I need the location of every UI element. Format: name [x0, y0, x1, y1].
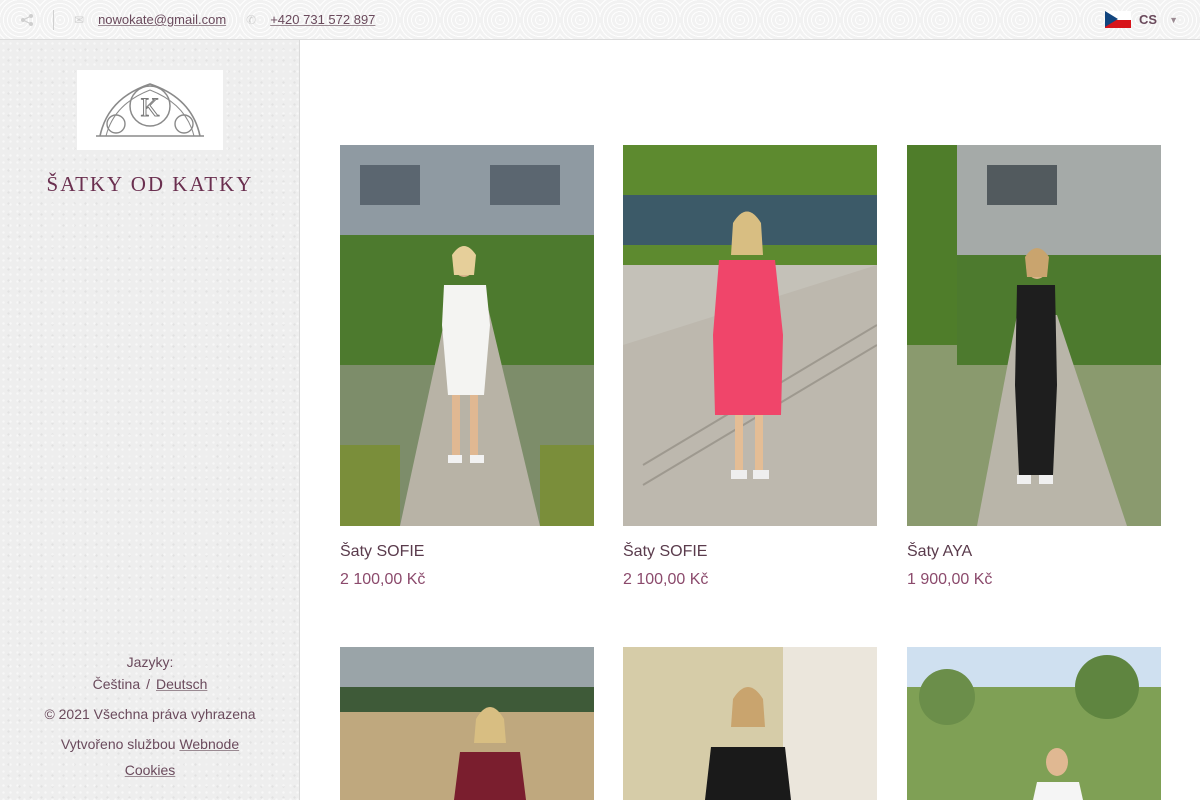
created-by-text: Vytvořeno službou: [60, 736, 176, 752]
cookies-row: Cookies: [0, 762, 300, 778]
site-title[interactable]: ŠATKY OD KATKY: [0, 172, 300, 197]
language-deutsch-link[interactable]: Deutsch: [156, 676, 207, 692]
product-card[interactable]: [907, 647, 1161, 800]
product-name[interactable]: Šaty SOFIE: [340, 543, 594, 561]
product-photo[interactable]: [907, 647, 1161, 800]
webnode-link[interactable]: Webnode: [179, 736, 239, 752]
language-code: CS: [1139, 12, 1158, 27]
language-separator: /: [146, 676, 150, 692]
product-card[interactable]: Šaty AYA 1 900,00 Kč: [907, 145, 1161, 589]
product-card[interactable]: [623, 647, 877, 800]
email-link[interactable]: nowokate@gmail.com: [98, 12, 226, 27]
product-photo[interactable]: [907, 145, 1161, 526]
chevron-down-icon: ▼: [1169, 14, 1178, 25]
languages-label: Jazyky:: [126, 654, 174, 670]
product-name[interactable]: Šaty SOFIE: [623, 543, 877, 561]
czech-flag-icon: [1105, 11, 1132, 28]
product-photo[interactable]: [623, 145, 877, 526]
svg-text:K: K: [141, 93, 160, 122]
language-switcher[interactable]: CS ▼: [1105, 11, 1178, 28]
product-grid: Šaty SOFIE 2 100,00 Kč Šaty SOFIE 2 100,…: [300, 40, 1200, 800]
product-name[interactable]: Šaty AYA: [907, 543, 1161, 561]
product-card[interactable]: Šaty SOFIE 2 100,00 Kč: [623, 145, 877, 589]
product-card[interactable]: [340, 647, 594, 800]
product-price: 2 100,00 Kč: [340, 571, 426, 588]
logo-emblem-icon: K: [96, 83, 204, 137]
contact-email: ✉ nowokate@gmail.com: [74, 12, 226, 27]
site-logo[interactable]: K: [77, 70, 223, 150]
contact-phone: ✆ +420 731 572 897: [246, 12, 375, 27]
product-card[interactable]: Šaty SOFIE 2 100,00 Kč: [340, 145, 594, 589]
product-price: 1 900,00 Kč: [907, 571, 993, 588]
phone-icon: ✆: [246, 12, 257, 27]
copyright: © 2021 Všechna práva vyhrazena: [44, 706, 256, 722]
product-photo[interactable]: [623, 647, 877, 800]
product-photo[interactable]: [340, 647, 594, 800]
product-photo[interactable]: [340, 145, 594, 526]
sidebar-footer: Jazyky: Čeština / Deutsch © 2021 Všechna p…: [0, 654, 300, 784]
product-price: 2 100,00 Kč: [623, 571, 709, 588]
language-current: Čeština: [92, 676, 141, 692]
cookies-link[interactable]: Cookies: [125, 762, 176, 778]
top-bar: ✉ nowokate@gmail.com ✆ +420 731 572 897 …: [0, 0, 1200, 40]
phone-link[interactable]: +420 731 572 897: [270, 12, 375, 27]
envelope-icon: ✉: [74, 12, 85, 27]
language-list: Čeština / Deutsch: [0, 676, 300, 692]
created-by: Vytvořeno službou Webnode: [0, 736, 300, 752]
share-icon[interactable]: [0, 9, 54, 30]
sidebar: K ŠATKY OD KATKY Jazyky: Čeština / Deutsch…: [0, 40, 300, 800]
